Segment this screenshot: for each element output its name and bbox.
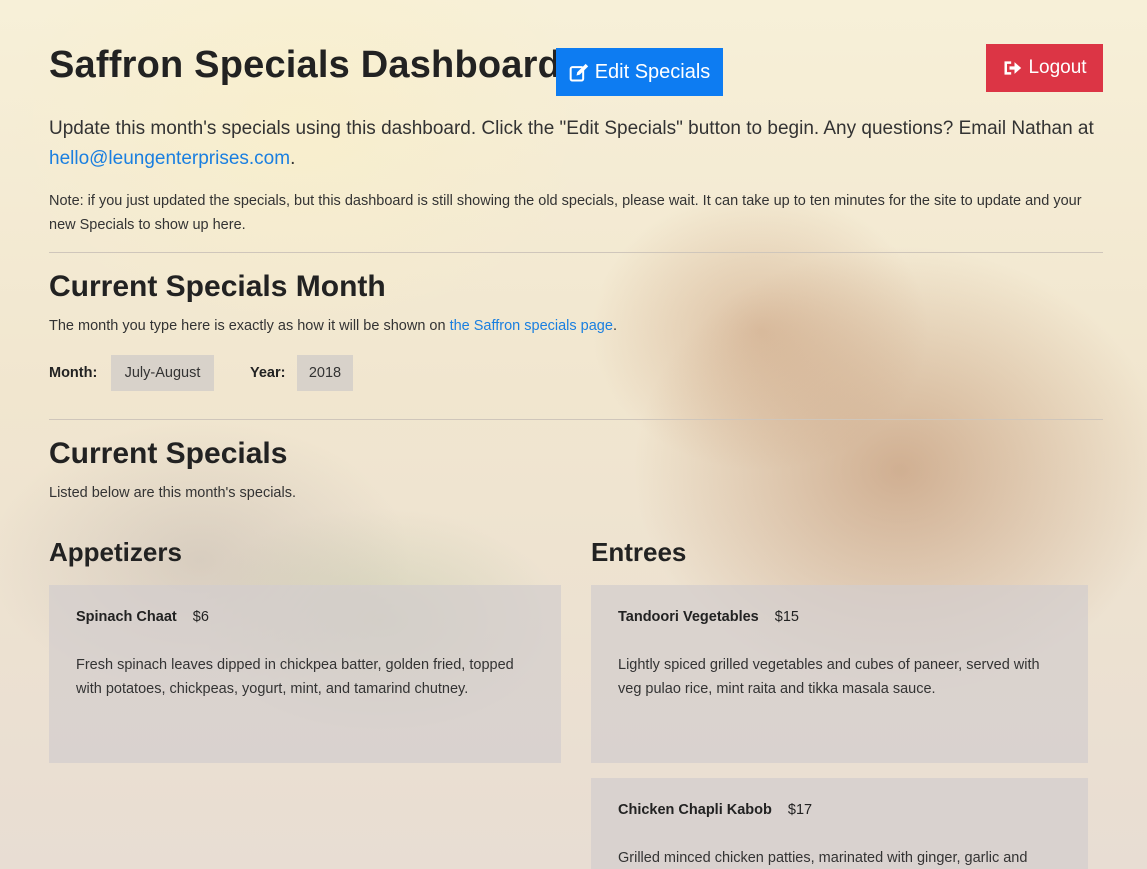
special-name: Spinach Chaat (76, 609, 177, 625)
divider (49, 252, 1103, 253)
special-name: Chicken Chapli Kabob (618, 802, 772, 818)
month-section-desc: The month you type here is exactly as ho… (49, 318, 617, 334)
entrees-heading: Entrees (591, 537, 687, 567)
month-desc-end: . (612, 318, 617, 334)
special-name: Tandoori Vegetables (618, 609, 759, 625)
month-desc-text: The month you type here is exactly as ho… (49, 318, 450, 334)
entree-card: Chicken Chapli Kabob $17 Grilled minced … (591, 778, 1088, 869)
month-label: Month: (49, 365, 98, 381)
special-price: $6 (192, 609, 209, 625)
contact-email-link[interactable]: hello@leungenterprises.com (49, 148, 290, 169)
special-description: Fresh spinach leaves dipped in chickpea … (76, 657, 514, 697)
intro-body: Update this month's specials using this … (49, 118, 1094, 139)
sign-out-icon (1002, 58, 1022, 78)
logout-label: Logout (1028, 57, 1087, 78)
special-price: $15 (774, 609, 799, 625)
logout-button[interactable]: Logout (986, 44, 1103, 92)
specials-page-link[interactable]: the Saffron specials page (450, 318, 613, 334)
month-section-title: Current Specials Month (49, 270, 386, 303)
edit-specials-label: Edit Specials (594, 60, 711, 83)
special-header: Chicken Chapli Kabob $17 (618, 802, 1061, 818)
appetizers-heading: Appetizers (49, 537, 182, 567)
special-description: Lightly spiced grilled vegetables and cu… (618, 657, 1040, 697)
intro-end: . (290, 148, 296, 169)
edit-specials-button[interactable]: Edit Specials (556, 48, 723, 96)
edit-icon (569, 62, 589, 82)
update-note: Note: if you just updated the specials, … (49, 193, 1082, 233)
entree-card: Tandoori Vegetables $15 Lightly spiced g… (591, 585, 1088, 763)
year-label: Year: (250, 365, 286, 381)
specials-section-title: Current Specials (49, 437, 288, 470)
month-value: July-August (111, 355, 214, 391)
divider (49, 419, 1103, 420)
specials-section-desc: Listed below are this month's specials. (49, 485, 296, 501)
page-title: Saffron Specials Dashboard (49, 44, 562, 86)
appetizer-card: Spinach Chaat $6 Fresh spinach leaves di… (49, 585, 561, 763)
special-description: Grilled minced chicken patties, marinate… (618, 850, 1028, 866)
special-header: Tandoori Vegetables $15 (618, 609, 1061, 625)
year-value: 2018 (297, 355, 353, 391)
special-price: $17 (787, 802, 813, 818)
special-header: Spinach Chaat $6 (76, 609, 534, 625)
intro-text: Update this month's specials using this … (49, 114, 1103, 174)
